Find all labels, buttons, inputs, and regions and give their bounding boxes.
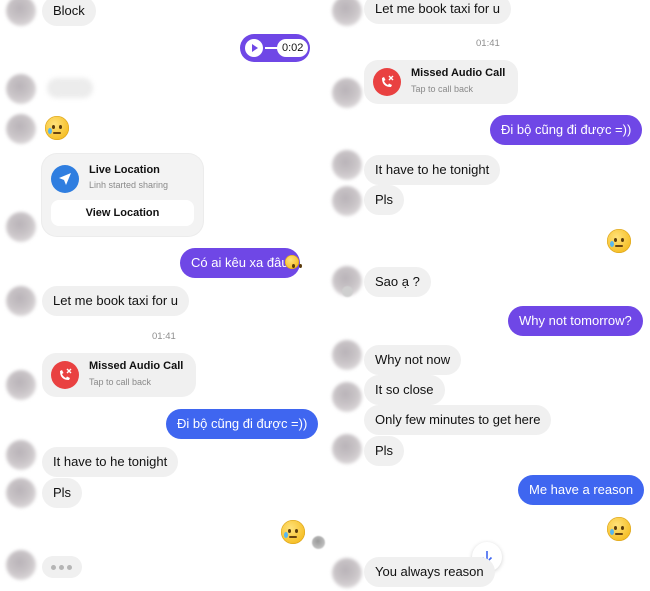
contact-avatar[interactable] xyxy=(332,150,362,180)
chat-screenshot-left: Block 0:02 Live Location Linh started sh… xyxy=(0,0,326,591)
seen-avatar xyxy=(312,536,325,549)
blurred-message xyxy=(47,78,93,98)
contact-avatar[interactable] xyxy=(6,74,36,104)
message-pls-2[interactable]: Pls xyxy=(364,436,405,466)
missed-call-title: Missed Audio Call xyxy=(89,360,184,372)
message-di-bo[interactable]: Đi bộ cũng đi được =)) xyxy=(166,409,319,439)
voice-duration: 0:02 xyxy=(277,39,309,57)
voice-message[interactable]: 0:02 xyxy=(240,34,310,62)
contact-avatar[interactable] xyxy=(6,370,36,400)
message-so-close[interactable]: It so close xyxy=(364,375,445,405)
view-location-button[interactable]: View Location xyxy=(51,200,194,226)
contact-avatar[interactable] xyxy=(332,558,362,588)
message-have-to[interactable]: It have to he tonight xyxy=(42,447,179,477)
message-block[interactable]: Block xyxy=(42,0,96,26)
contact-avatar[interactable] xyxy=(6,478,36,508)
timestamp: 01:41 xyxy=(152,331,176,342)
missed-call-subtitle: Tap to call back xyxy=(89,377,152,387)
chat-screenshot-right: Let me book taxi for u 01:41 Missed Audi… xyxy=(326,0,650,591)
contact-avatar[interactable] xyxy=(6,114,36,144)
missed-call-title: Missed Audio Call xyxy=(411,67,506,79)
message-why-now[interactable]: Why not now xyxy=(364,345,462,375)
message-taxi[interactable]: Let me book taxi for u xyxy=(42,286,190,316)
missed-call-card[interactable]: Missed Audio Call Tap to call back xyxy=(42,353,196,397)
contact-avatar[interactable] xyxy=(6,0,36,26)
message-reason[interactable]: Me have a reason xyxy=(518,475,645,505)
location-arrow-icon xyxy=(51,165,79,193)
missed-call-icon xyxy=(51,361,79,389)
small-avatar xyxy=(342,286,353,297)
message-text: Có ai kêu xa đâu xyxy=(191,255,289,270)
contact-avatar[interactable] xyxy=(332,434,362,464)
missed-call-icon xyxy=(373,68,401,96)
contact-avatar[interactable] xyxy=(6,286,36,316)
play-icon[interactable] xyxy=(245,39,263,57)
missed-call-card[interactable]: Missed Audio Call Tap to call back xyxy=(364,60,518,104)
live-location-card[interactable]: Live Location Linh started sharing View … xyxy=(42,154,203,236)
message-pls[interactable]: Pls xyxy=(42,478,83,508)
contact-avatar[interactable] xyxy=(332,0,362,26)
message-taxi[interactable]: Let me book taxi for u xyxy=(364,0,512,24)
message-pls[interactable]: Pls xyxy=(364,185,405,215)
crying-face-emoji xyxy=(607,517,631,541)
contact-avatar[interactable] xyxy=(332,382,362,412)
message-why-tomorrow[interactable]: Why not tomorrow? xyxy=(508,306,643,336)
message-always[interactable]: You always reason xyxy=(364,557,495,587)
typing-indicator xyxy=(42,556,82,578)
contact-avatar[interactable] xyxy=(332,186,362,216)
contact-avatar[interactable] xyxy=(332,340,362,370)
message-di-bo[interactable]: Đi bộ cũng đi được =)) xyxy=(490,115,643,145)
crying-face-emoji xyxy=(607,229,631,253)
crying-face-emoji xyxy=(45,116,69,140)
timestamp: 01:41 xyxy=(476,38,500,49)
message-few-minutes[interactable]: Only few minutes to get here xyxy=(364,405,552,435)
live-location-subtitle: Linh started sharing xyxy=(89,180,169,190)
contact-avatar[interactable] xyxy=(6,440,36,470)
message-co-ai[interactable]: Có ai kêu xa đâu xyxy=(180,248,300,278)
message-sao[interactable]: Sao ạ ? xyxy=(364,267,431,297)
message-have-to[interactable]: It have to he tonight xyxy=(364,155,501,185)
missed-call-subtitle: Tap to call back xyxy=(411,84,474,94)
live-location-title: Live Location xyxy=(89,164,160,176)
contact-avatar[interactable] xyxy=(6,212,36,242)
crying-face-emoji xyxy=(281,520,305,544)
contact-avatar[interactable] xyxy=(6,550,36,580)
crying-face-emoji xyxy=(285,255,302,269)
contact-avatar[interactable] xyxy=(332,78,362,108)
